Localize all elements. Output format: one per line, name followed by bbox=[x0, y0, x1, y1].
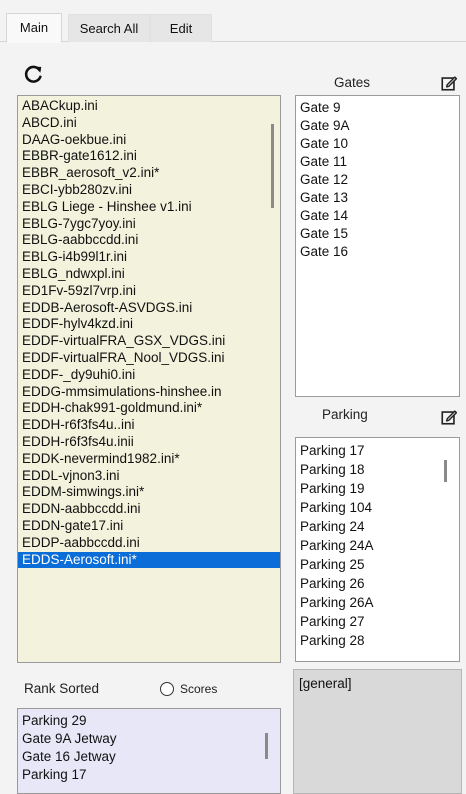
list-item[interactable]: Parking 25 bbox=[296, 555, 459, 574]
list-item[interactable]: Parking 29 bbox=[18, 712, 280, 730]
list-item[interactable]: Parking 26A bbox=[296, 593, 459, 612]
rank-sorted-label: Rank Sorted bbox=[24, 681, 100, 696]
scrollbar-thumb[interactable] bbox=[271, 124, 274, 208]
list-item[interactable]: Gate 14 bbox=[296, 207, 459, 225]
list-item[interactable]: EDDN-gate17.ini bbox=[18, 518, 280, 535]
list-item[interactable]: EBLG Liege - Hinshee v1.ini bbox=[18, 199, 280, 216]
list-item[interactable]: EDDF-virtualFRA_Nool_VDGS.ini bbox=[18, 350, 280, 367]
list-item[interactable]: EDDK-nevermind1982.ini* bbox=[18, 451, 280, 468]
parking-label: Parking bbox=[322, 407, 368, 422]
list-item[interactable]: EDDF-_dy9uhi0.ini bbox=[18, 367, 280, 384]
edit-icon[interactable] bbox=[440, 74, 458, 92]
scores-checkbox-group[interactable]: Scores bbox=[160, 680, 217, 698]
list-item[interactable]: EDDB-Aerosoft-ASVDGS.ini bbox=[18, 300, 280, 317]
list-item[interactable]: EDDS-Aerosoft.ini* bbox=[18, 551, 280, 569]
list-item[interactable]: Parking 18 bbox=[296, 460, 459, 479]
gates-list[interactable]: Gate 9 Gate 9A Gate 10 Gate 11 Gate 12 Gate 1… bbox=[295, 95, 460, 397]
list-item[interactable]: EBLG-7ygc7yoy.ini bbox=[18, 216, 280, 233]
list-item[interactable]: DAAG-oekbue.ini bbox=[18, 132, 280, 149]
list-item[interactable]: EDDH-chak991-goldmund.ini* bbox=[18, 400, 280, 417]
list-item[interactable]: Gate 11 bbox=[296, 153, 459, 171]
list-item[interactable]: Gate 15 bbox=[296, 225, 459, 243]
gates-label: Gates bbox=[334, 75, 371, 90]
list-item[interactable]: EDDN-aabbccdd.ini bbox=[18, 501, 280, 518]
list-item[interactable]: Gate 16 bbox=[296, 243, 459, 261]
list-item[interactable]: EBBR_aerosoft_v2.ini* bbox=[18, 165, 280, 182]
list-item[interactable]: EBLG-aabbccdd.ini bbox=[18, 232, 280, 249]
list-item[interactable]: EDDM-simwings.ini* bbox=[18, 484, 280, 501]
general-text: [general] bbox=[299, 676, 352, 691]
list-item[interactable]: Gate 12 bbox=[296, 171, 459, 189]
tab-edit[interactable]: Edit bbox=[150, 14, 212, 42]
list-item[interactable]: Gate 10 bbox=[296, 135, 459, 153]
tab-bar: Main Search All Edit bbox=[0, 0, 466, 43]
list-item[interactable]: ED1Fv-59zl7vrp.ini bbox=[18, 283, 280, 300]
refresh-icon[interactable] bbox=[22, 64, 44, 86]
list-item[interactable]: Gate 9A Jetway bbox=[18, 730, 280, 748]
list-item[interactable]: Gate 9 bbox=[296, 99, 459, 117]
list-item[interactable]: Gate 13 bbox=[296, 189, 459, 207]
tab-main[interactable]: Main bbox=[6, 13, 62, 43]
list-item[interactable]: EDDF-virtualFRA_GSX_VDGS.ini bbox=[18, 333, 280, 350]
list-item[interactable]: Parking 24 bbox=[296, 517, 459, 536]
list-item[interactable]: Parking 17 bbox=[18, 766, 280, 784]
list-item[interactable]: EDDH-r6f3fs4u.inii bbox=[18, 434, 280, 451]
rank-sorted-list[interactable]: Parking 29 Gate 9A Jetway Gate 16 Jetway Pa… bbox=[17, 708, 281, 794]
list-item[interactable]: Parking 17 bbox=[296, 441, 459, 460]
list-item[interactable]: EBBR-gate1612.ini bbox=[18, 148, 280, 165]
list-item[interactable]: EDDH-r6f3fs4u..ini bbox=[18, 417, 280, 434]
scores-label: Scores bbox=[180, 682, 218, 696]
list-item[interactable]: Parking 24A bbox=[296, 536, 459, 555]
list-item[interactable]: EBLG_ndwxpl.ini bbox=[18, 266, 280, 283]
edit-icon[interactable] bbox=[440, 408, 458, 426]
list-item[interactable]: Gate 16 Jetway bbox=[18, 748, 280, 766]
file-list[interactable]: ABACkup.ini ABCD.ini DAAG-oekbue.ini EBBR-g… bbox=[17, 95, 281, 663]
list-item[interactable]: Parking 28 bbox=[296, 631, 459, 650]
list-item[interactable]: ABCD.ini bbox=[18, 115, 280, 132]
list-item[interactable]: EBCI-ybb280zv.ini bbox=[18, 182, 280, 199]
general-text-area[interactable]: [general] bbox=[293, 669, 462, 794]
list-item[interactable]: Parking 19 bbox=[296, 479, 459, 498]
list-item[interactable]: Parking 104 bbox=[296, 498, 459, 517]
scrollbar-thumb[interactable] bbox=[265, 733, 268, 759]
list-item[interactable]: EDDG-mmsimulations-hinshee.in bbox=[18, 384, 280, 401]
list-item[interactable]: ABACkup.ini bbox=[18, 98, 280, 115]
scores-checkbox[interactable] bbox=[160, 682, 174, 696]
scrollbar-thumb[interactable] bbox=[444, 460, 447, 482]
list-item[interactable]: EDDP-aabbccdd.ini bbox=[18, 535, 280, 552]
list-item[interactable]: EDDL-vjnon3.ini bbox=[18, 468, 280, 485]
list-item[interactable]: Parking 27 bbox=[296, 612, 459, 631]
list-item[interactable]: Parking 26 bbox=[296, 574, 459, 593]
list-item[interactable]: Gate 9A bbox=[296, 117, 459, 135]
list-item[interactable]: EBLG-i4b99l1r.ini bbox=[18, 249, 280, 266]
parking-list[interactable]: Parking 17 Parking 18 Parking 19 Parking 10… bbox=[295, 437, 460, 662]
tab-search-all[interactable]: Search All bbox=[68, 14, 150, 42]
list-item[interactable]: EDDF-hylv4kzd.ini bbox=[18, 316, 280, 333]
